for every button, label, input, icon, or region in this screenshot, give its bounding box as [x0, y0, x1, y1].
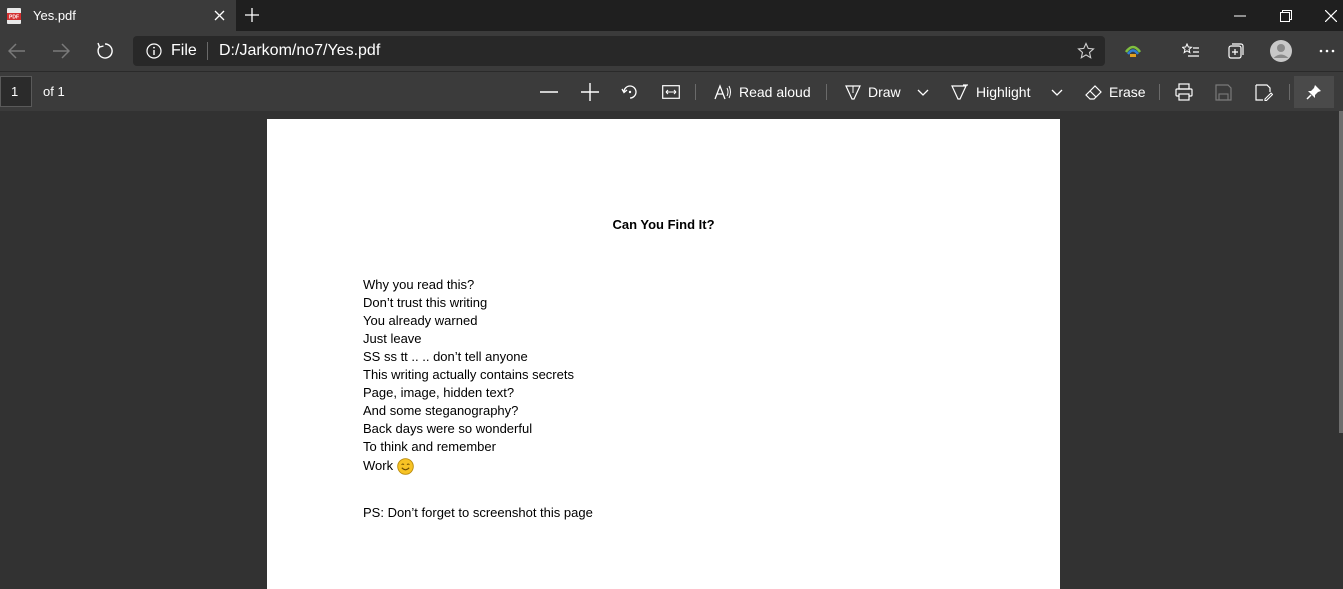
- highlight-options-dropdown[interactable]: [1051, 78, 1063, 106]
- divider: [207, 42, 208, 60]
- postscript-text: PS: Don’t forget to screenshot this page: [363, 505, 593, 520]
- erase-label: Erase: [1109, 84, 1146, 100]
- read-aloud-label: Read aloud: [739, 84, 811, 100]
- pin-toolbar-button[interactable]: [1294, 76, 1334, 108]
- pdf-file-icon: PDF: [7, 8, 21, 24]
- forward-arrow-icon[interactable]: [50, 40, 72, 62]
- text-line: SS ss tt .. .. don’t tell anyone: [363, 349, 528, 364]
- tab-strip: PDF Yes.pdf: [0, 0, 1343, 31]
- save-disk-icon: [1215, 83, 1232, 101]
- tab-title: Yes.pdf: [33, 8, 76, 23]
- pdf-page: Can You Find It? Why you read this? Don’…: [267, 119, 1060, 589]
- eraser-icon: [1085, 84, 1102, 100]
- divider: [826, 84, 827, 100]
- collections-icon[interactable]: [1216, 31, 1256, 71]
- work-label: Work: [363, 458, 394, 473]
- document-title: Can You Find It?: [612, 217, 715, 232]
- smiley-emoji-icon: [397, 458, 414, 475]
- text-line: And some steganography?: [363, 403, 519, 418]
- chevron-down-icon: [1051, 89, 1063, 96]
- zoom-out-button[interactable]: [540, 78, 558, 106]
- text-line: Work: [363, 457, 574, 477]
- fit-width-icon: [662, 85, 680, 99]
- tab-yes-pdf[interactable]: PDF Yes.pdf: [0, 0, 236, 31]
- divider: [1289, 84, 1290, 100]
- text-line: Page, image, hidden text?: [363, 385, 515, 400]
- text-line: You already warned: [363, 313, 478, 328]
- scheme-label: File: [171, 42, 197, 59]
- minimize-icon[interactable]: [1218, 0, 1262, 31]
- draw-pen-icon: [845, 84, 861, 100]
- text-line: Back days were so wonderful: [363, 421, 533, 436]
- address-bar[interactable]: File D:/Jarkom/no7/Yes.pdf: [133, 36, 1105, 66]
- chevron-down-icon: [917, 89, 929, 96]
- pin-icon: [1306, 85, 1321, 100]
- extension-icon[interactable]: [1113, 31, 1153, 71]
- erase-button[interactable]: Erase: [1085, 78, 1146, 106]
- divider: [695, 84, 696, 100]
- minus-icon: [540, 91, 558, 93]
- read-aloud-icon: [714, 84, 731, 100]
- fit-to-width-button[interactable]: [662, 78, 680, 106]
- profile-avatar-icon[interactable]: [1261, 31, 1301, 71]
- save-button[interactable]: [1215, 78, 1232, 106]
- more-options-icon[interactable]: [1307, 31, 1343, 71]
- close-tab-icon[interactable]: [210, 6, 228, 24]
- new-tab-icon[interactable]: [242, 5, 262, 25]
- document-body: Why you read this? Don’t trust this writ…: [363, 276, 574, 477]
- highlight-label: Highlight: [976, 84, 1031, 100]
- draw-label: Draw: [868, 84, 901, 100]
- zoom-in-button[interactable]: [581, 78, 599, 106]
- print-button[interactable]: [1175, 78, 1193, 106]
- page-count-label: of 1: [43, 84, 65, 99]
- divider: [1159, 84, 1160, 100]
- text-line: Don’t trust this writing: [363, 295, 488, 310]
- back-arrow-icon[interactable]: [6, 40, 28, 62]
- page-number-input[interactable]: 1: [0, 76, 32, 107]
- save-as-button[interactable]: [1255, 78, 1273, 106]
- close-window-icon[interactable]: [1309, 0, 1343, 31]
- draw-options-dropdown[interactable]: [917, 78, 929, 106]
- draw-button[interactable]: Draw: [845, 78, 901, 106]
- highlight-button[interactable]: Highlight: [951, 78, 1030, 106]
- rotate-icon: [621, 85, 637, 99]
- svg-text:PDF: PDF: [9, 15, 19, 21]
- text-line: This writing actually contains secrets: [363, 367, 574, 382]
- restore-icon[interactable]: [1264, 0, 1308, 31]
- vertical-scrollbar[interactable]: [1339, 111, 1343, 433]
- url-text[interactable]: D:/Jarkom/no7/Yes.pdf: [219, 42, 380, 60]
- save-as-icon: [1255, 83, 1273, 101]
- text-line: Why you read this?: [363, 277, 475, 292]
- refresh-icon[interactable]: [94, 40, 116, 62]
- plus-icon: [581, 83, 599, 101]
- rotate-button[interactable]: [621, 78, 639, 106]
- text-line: To think and remember: [363, 439, 496, 454]
- text-line: Just leave: [363, 331, 422, 346]
- favorite-star-icon[interactable]: [1077, 42, 1095, 60]
- printer-icon: [1175, 83, 1193, 101]
- pdf-toolbar: 1 of 1 Read aloud Draw Highlight Erase: [0, 71, 1343, 111]
- read-aloud-button[interactable]: Read aloud: [714, 78, 811, 106]
- favorites-list-icon[interactable]: [1171, 31, 1211, 71]
- info-icon[interactable]: [146, 43, 162, 59]
- highlighter-icon: [951, 83, 968, 100]
